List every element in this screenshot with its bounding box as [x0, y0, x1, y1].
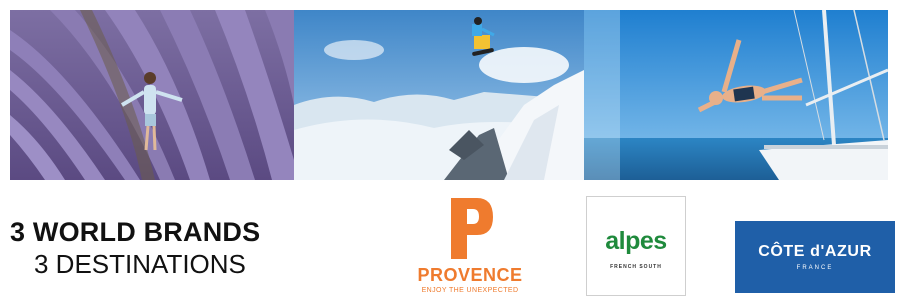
cote-azur-subtitle: FRANCE: [796, 265, 834, 271]
cote-azur-name: CÔTE d'AZUR: [758, 243, 872, 260]
photo-banner: [10, 10, 888, 180]
alpes-subtitle: FRENCH SOUTH: [610, 264, 662, 270]
provence-p-icon: [451, 198, 493, 259]
headline-brands: 3 WORLD BRANDS: [10, 217, 261, 247]
alpes-name: alpes: [605, 227, 667, 255]
sea-diver-photo: [584, 10, 888, 180]
lavender-field-photo: [10, 10, 294, 180]
headline: 3 WORLD BRANDS 3 DESTINATIONS: [10, 216, 260, 280]
alps-snowboarder-photo: [294, 10, 584, 180]
provence-logo: PROVENCE ENJOY THE UNEXPECTED: [405, 195, 535, 295]
alpes-logo: alpes FRENCH SOUTH: [586, 196, 686, 296]
headline-destinations: 3 DESTINATIONS: [34, 249, 246, 279]
provence-name: PROVENCE: [417, 265, 523, 285]
provence-tagline: ENJOY THE UNEXPECTED: [421, 287, 519, 294]
cote-azur-logo: CÔTE d'AZUR FRANCE: [735, 221, 895, 293]
